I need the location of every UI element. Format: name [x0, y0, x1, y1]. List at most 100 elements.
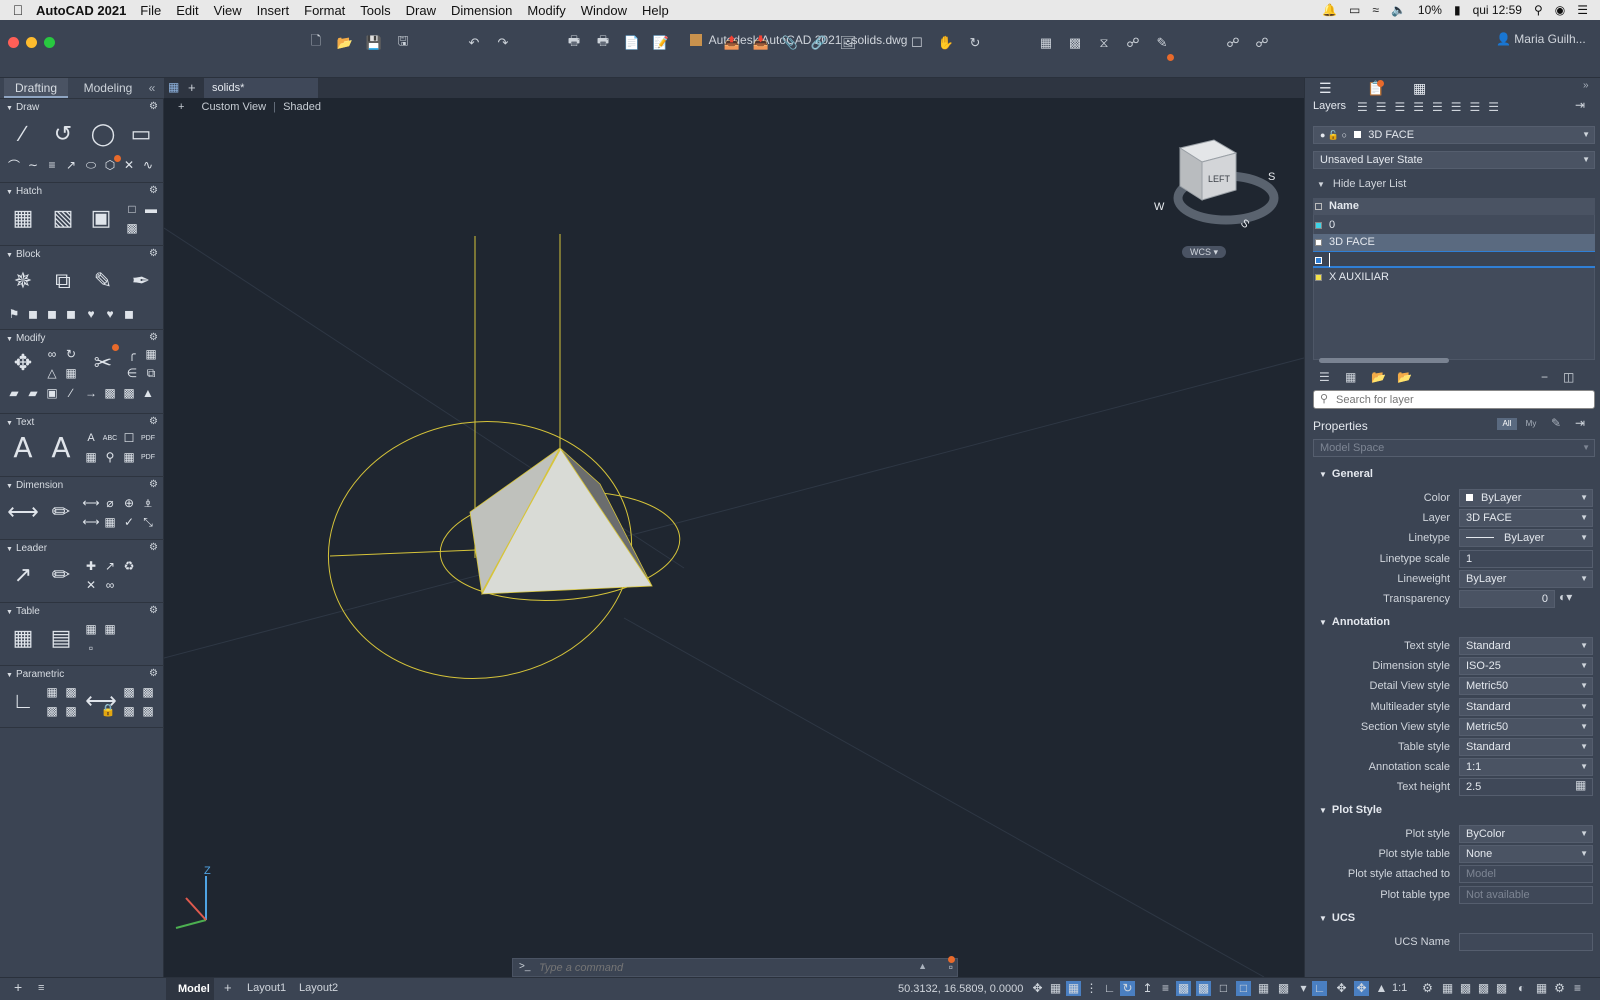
find-text-icon[interactable]: ☐	[121, 430, 137, 446]
rectangle-icon[interactable]: ▭	[126, 119, 156, 149]
group-header-plot[interactable]: ▼ Plot Style	[1319, 804, 1382, 816]
coincident-icon[interactable]: ▩	[63, 684, 79, 700]
property-value-section-view-style[interactable]: Metric50 ▼	[1459, 717, 1593, 736]
align-leaders-icon[interactable]: ↗	[102, 558, 118, 574]
mtext-icon[interactable]: A	[8, 431, 38, 464]
leader-settings-icon[interactable]: ∞	[102, 577, 118, 593]
vertical-constraint-icon[interactable]: ▩	[63, 703, 79, 719]
menu-file[interactable]: File	[140, 3, 161, 18]
scale-icon[interactable]: ▣	[44, 385, 60, 401]
lengthen-icon[interactable]: ∕	[63, 385, 79, 401]
dimension-icon[interactable]: ⟷	[7, 497, 39, 527]
block-palette-icon[interactable]: ◼	[121, 306, 137, 322]
transparency-menu-icon[interactable]: ◐▾	[1559, 590, 1572, 604]
copy-icon[interactable]: ∞	[44, 346, 60, 362]
property-value-ucs-name[interactable]	[1459, 933, 1593, 951]
section-header[interactable]: ▼ Hatch	[6, 186, 42, 197]
volume-icon[interactable]: 🔈	[1391, 3, 1406, 17]
new-property-filter-icon[interactable]: 📂	[1397, 370, 1412, 384]
orbit-icon[interactable]: ↻	[965, 33, 985, 53]
property-value-plot-style[interactable]: ByColor ▼	[1459, 825, 1593, 843]
hide-constraints-icon[interactable]: ▩	[140, 703, 156, 719]
new-layer-vp-icon[interactable]: ▦	[1345, 370, 1356, 384]
move-icon[interactable]: ✥	[8, 348, 38, 378]
add-layout-icon[interactable]: +	[14, 979, 22, 995]
circle-icon[interactable]: ◯	[88, 119, 118, 149]
revcloud-icon[interactable]: ∿	[140, 157, 156, 173]
properties-icon[interactable]: ▦	[1036, 33, 1056, 53]
object-snap-icon[interactable]: □	[1216, 981, 1231, 996]
layer-list-header[interactable]: Name	[1313, 198, 1595, 215]
ray-icon[interactable]: ↗	[63, 157, 79, 173]
section-header[interactable]: ▼ Block	[6, 249, 40, 260]
add-layout-tab-icon[interactable]: +	[224, 980, 232, 995]
save-as-icon[interactable]: 🖫	[393, 33, 413, 53]
text-edit-icon[interactable]: ▦	[121, 449, 137, 465]
text-find-icon[interactable]: ⚲	[102, 449, 118, 465]
gear-icon[interactable]: ⚙	[149, 185, 158, 196]
group-header-general[interactable]: ▼ General	[1319, 468, 1373, 480]
status-menu-icon[interactable]: ▾	[1296, 981, 1311, 996]
layer-row-editing[interactable]	[1313, 251, 1595, 268]
open-icon[interactable]: 📂	[335, 33, 355, 53]
menu-dimension[interactable]: Dimension	[451, 3, 512, 18]
table-icon[interactable]: ▦	[8, 623, 38, 653]
parameters-icon[interactable]: ▩	[140, 684, 156, 700]
erase-icon[interactable]: ▰	[6, 385, 22, 401]
superhatch-icon[interactable]: ▩	[124, 220, 140, 236]
notification-icon[interactable]: 🔔	[1322, 3, 1337, 17]
design-center-icon[interactable]: ⧖	[1094, 33, 1114, 53]
show-constraints-icon[interactable]: ▩	[121, 703, 137, 719]
gear-icon[interactable]: ⚙	[149, 479, 158, 490]
trim-icon[interactable]: ✂	[88, 348, 118, 378]
field-icon[interactable]: ▫	[83, 640, 99, 656]
dynamic-ucs-icon[interactable]: ▦	[1256, 981, 1271, 996]
3d-osnap-icon[interactable]: □	[1236, 981, 1251, 996]
horizontal-line[interactable]	[329, 549, 477, 557]
xline-icon[interactable]: ✕	[121, 157, 137, 173]
attribute-extract-icon[interactable]: ♥	[102, 306, 118, 322]
menu-help[interactable]: Help	[642, 3, 669, 18]
property-value-transparency[interactable]: 0	[1459, 590, 1555, 608]
text-height-pick-icon[interactable]: ▦	[1575, 778, 1586, 792]
layers-panel-icon[interactable]: ☰	[1319, 80, 1332, 97]
airplay-icon[interactable]: ▭	[1349, 3, 1360, 17]
spell-check-icon[interactable]: ABC	[102, 430, 118, 446]
xref-icon[interactable]: 🔗	[809, 33, 829, 53]
battery-icon[interactable]: ▮	[1454, 3, 1461, 17]
tab-layout2[interactable]: Layout2	[299, 982, 338, 994]
horizontal-scrollbar[interactable]	[1319, 358, 1449, 363]
menu-modify[interactable]: Modify	[527, 3, 565, 18]
columns-icon[interactable]: ◫	[1563, 370, 1574, 384]
minimize-window-button[interactable]	[26, 37, 37, 48]
layout-list-icon[interactable]: ≡	[38, 982, 44, 994]
property-value-color[interactable]: ByLayer ▼	[1459, 489, 1593, 507]
property-value-text-style[interactable]: Standard ▼	[1459, 637, 1593, 655]
coordinates-readout[interactable]: 50.3132, 16.5809, 0.0000	[898, 983, 1023, 995]
ellipse-icon[interactable]: ⬭	[83, 157, 99, 173]
leader-style-icon[interactable]: ✏	[46, 560, 76, 590]
gear-icon[interactable]: ⚙	[149, 542, 158, 553]
isolate-objects-icon[interactable]: ▩	[1476, 981, 1491, 996]
property-value-linetype-scale[interactable]: 1	[1459, 549, 1593, 568]
property-value-lineweight[interactable]: ByLayer ▼	[1459, 569, 1593, 588]
polar-icon[interactable]: ↻	[1120, 981, 1135, 996]
collapse-icon[interactable]: «	[144, 78, 160, 98]
layer-search-input[interactable]	[1336, 393, 1586, 407]
gear-icon[interactable]: ⚙	[149, 668, 158, 679]
region-icon[interactable]: □	[124, 201, 140, 217]
dimension-leader-icon[interactable]: ✏	[46, 497, 76, 527]
menu-tools[interactable]: Tools	[360, 3, 390, 18]
snap-mode-icon[interactable]: ⋮	[1084, 981, 1099, 996]
polyline-icon[interactable]: ↺	[48, 119, 78, 149]
lineweight-icon[interactable]: ≡	[1158, 981, 1173, 996]
zoom-window-icon[interactable]: ☐	[907, 33, 927, 53]
lock-icon[interactable]: 🔒	[100, 702, 116, 718]
group-header-ucs[interactable]: ▼ UCS	[1319, 912, 1355, 924]
battery-percent[interactable]: 10%	[1418, 3, 1442, 17]
layer-name-input[interactable]	[1329, 253, 1509, 267]
redo-icon[interactable]: ↷	[493, 33, 513, 53]
quick-select-icon[interactable]: ✎	[1551, 416, 1561, 430]
import-icon[interactable]: 📤	[722, 33, 742, 53]
mirror-icon[interactable]: △	[44, 365, 60, 381]
